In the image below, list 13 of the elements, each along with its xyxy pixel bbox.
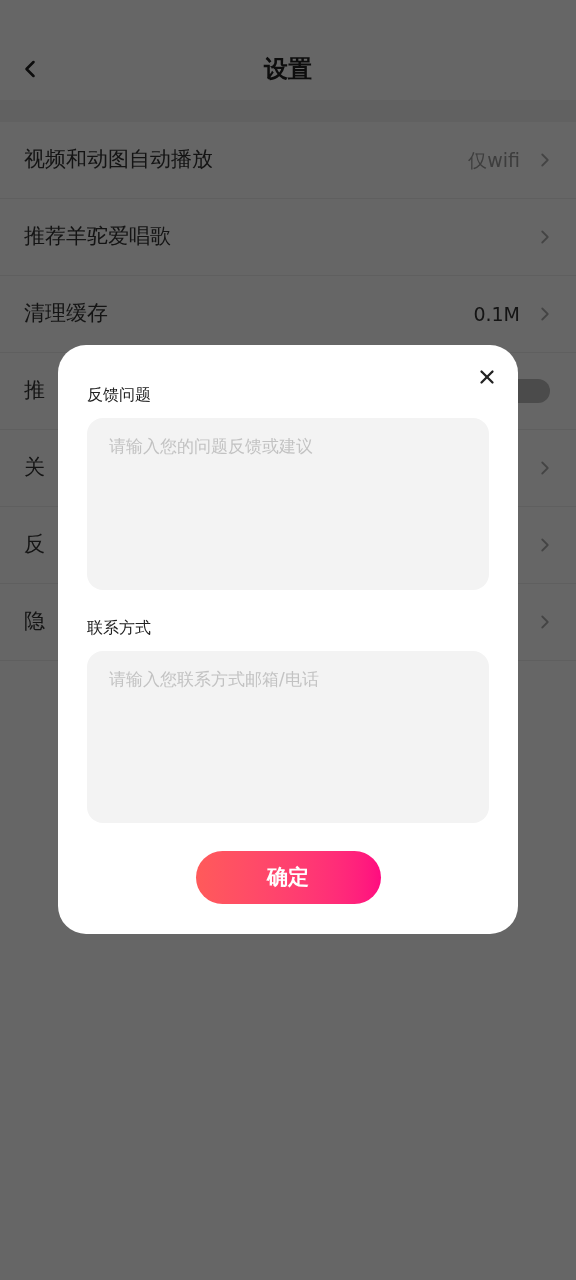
page-title: 设置 [264,54,312,85]
row-label: 视频和动图自动播放 [24,146,213,174]
settings-row[interactable]: 推荐羊驼爱唱歌 [0,199,576,276]
field-label: 反馈问题 [87,384,152,406]
row-value: 0.1M [473,301,520,327]
field-label: 联系方式 [87,617,152,639]
confirm-button[interactable]: 确定 [195,851,381,904]
row-label: 反 [24,531,45,559]
row-label: 推荐羊驼爱唱歌 [24,223,171,251]
row-label: 隐 [24,608,45,636]
row-label: 清理缓存 [24,300,108,328]
row-label: 关 [24,454,45,482]
row-label: 推 [24,377,45,405]
